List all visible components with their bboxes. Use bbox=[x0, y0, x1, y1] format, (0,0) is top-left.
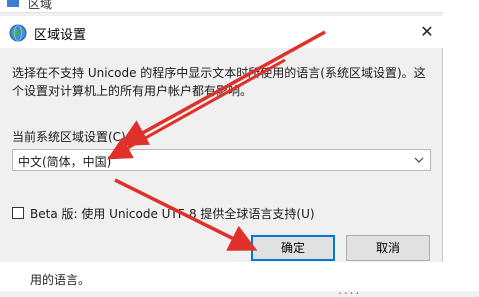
locale-selected-value: 中文(简体，中国) bbox=[18, 155, 112, 169]
background-window-titlebar: 区域 bbox=[0, 0, 479, 13]
background-window-pane bbox=[443, 12, 479, 291]
system-locale-select[interactable]: 中文(简体，中国) bbox=[12, 149, 431, 171]
beta-utf8-label: Beta 版: 使用 Unicode UTF-8 提供全球语言支持(U) bbox=[30, 207, 315, 221]
watermark-text: .... bbox=[338, 283, 362, 297]
region-settings-dialog: 区域设置 ✕ 选择在不支持 Unicode 的程序中显示文本时所使用的语言(系统… bbox=[0, 16, 443, 262]
chevron-down-icon bbox=[414, 157, 424, 163]
background-window-title: 区域 bbox=[28, 0, 53, 11]
beta-utf8-checkbox[interactable] bbox=[12, 207, 24, 219]
dialog-description: 选择在不支持 Unicode 的程序中显示文本时所使用的语言(系统区域设置)。这… bbox=[12, 66, 426, 98]
background-window-controls[interactable] bbox=[439, 0, 479, 12]
region-app-icon bbox=[7, 0, 19, 7]
close-icon[interactable]: ✕ bbox=[418, 23, 436, 41]
dialog-title: 区域设置 bbox=[34, 28, 87, 43]
background-window-text: 用的语言。 bbox=[30, 273, 91, 287]
cancel-button[interactable]: 取消 bbox=[346, 235, 430, 261]
dialog-titlebar[interactable]: 区域设置 ✕ bbox=[0, 16, 443, 48]
globe-icon bbox=[9, 24, 27, 42]
locale-label: 当前系统区域设置(C): bbox=[12, 130, 130, 144]
ok-button[interactable]: 确定 bbox=[251, 235, 335, 261]
